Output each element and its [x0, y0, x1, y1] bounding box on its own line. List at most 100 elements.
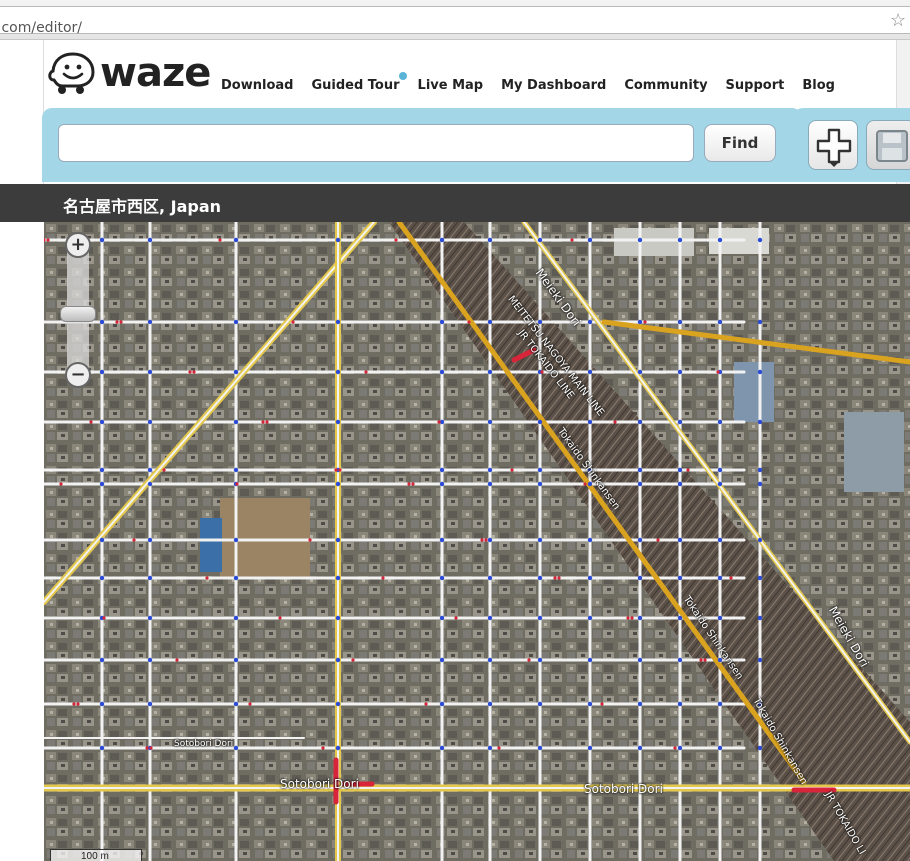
junction-node[interactable] [527, 658, 531, 662]
junction-node[interactable] [677, 537, 683, 543]
junction-node[interactable] [89, 420, 93, 424]
junction-node[interactable] [454, 616, 458, 620]
junction-node[interactable] [487, 481, 493, 487]
junction-node[interactable] [717, 481, 723, 487]
junction-node[interactable] [407, 482, 411, 486]
junction-node[interactable] [630, 616, 634, 620]
junction-node[interactable] [439, 369, 445, 375]
junction-node[interactable] [147, 701, 153, 707]
junction-node[interactable] [510, 468, 514, 472]
junction-node[interactable] [537, 537, 543, 543]
nav-download[interactable]: Download [212, 78, 302, 93]
junction-node[interactable] [411, 482, 415, 486]
junction-node[interactable] [439, 481, 445, 487]
nav-blog[interactable]: Blog [793, 78, 844, 93]
junction-node[interactable] [439, 701, 445, 707]
junction-node[interactable] [487, 369, 493, 375]
junction-node[interactable] [335, 481, 341, 487]
junction-node[interactable] [233, 615, 239, 621]
junction-node[interactable] [677, 701, 683, 707]
junction-node[interactable] [537, 615, 543, 621]
junction-node[interactable] [487, 657, 493, 663]
junction-node[interactable] [439, 467, 445, 473]
junction-node[interactable] [757, 615, 763, 621]
junction-node[interactable] [497, 746, 501, 750]
map-svg[interactable] [44, 222, 910, 861]
junction-node[interactable] [537, 657, 543, 663]
junction-node[interactable] [677, 481, 683, 487]
junction-node[interactable] [218, 238, 222, 242]
junction-node[interactable] [583, 482, 587, 486]
junction-node[interactable] [439, 615, 445, 621]
junction-node[interactable] [335, 369, 341, 375]
junction-node[interactable] [637, 575, 643, 581]
junction-node[interactable] [587, 319, 593, 325]
save-button[interactable] [866, 120, 910, 170]
junction-node[interactable] [265, 420, 269, 424]
junction-node[interactable] [757, 319, 763, 325]
junction-node[interactable] [102, 616, 106, 620]
junction-node[interactable] [99, 319, 105, 325]
junction-node[interactable] [487, 745, 493, 751]
junction-node[interactable] [364, 370, 368, 374]
junction-node[interactable] [587, 657, 593, 663]
junction-node[interactable] [99, 481, 105, 487]
junction-node[interactable] [757, 369, 763, 375]
junction-node[interactable] [729, 576, 733, 580]
junction-node[interactable] [626, 616, 630, 620]
junction-node[interactable] [677, 615, 683, 621]
junction-node[interactable] [233, 419, 239, 425]
junction-node[interactable] [717, 701, 723, 707]
junction-node[interactable] [716, 370, 720, 374]
junction-node[interactable] [99, 467, 105, 473]
junction-node[interactable] [480, 538, 484, 542]
junction-node[interactable] [439, 575, 445, 581]
junction-node[interactable] [99, 369, 105, 375]
junction-node[interactable] [335, 237, 341, 243]
junction-node[interactable] [686, 468, 690, 472]
junction-node[interactable] [149, 746, 153, 750]
junction-node[interactable] [717, 467, 723, 473]
junction-node[interactable] [235, 482, 239, 486]
junction-node[interactable] [637, 657, 643, 663]
nav-my-dashboard[interactable]: My Dashboard [492, 78, 615, 93]
junction-node[interactable] [99, 537, 105, 543]
junction-node[interactable] [677, 657, 683, 663]
junction-node[interactable] [677, 745, 683, 751]
zoom-slider-handle[interactable] [60, 306, 96, 322]
junction-node[interactable] [335, 419, 341, 425]
junction-node[interactable] [233, 319, 239, 325]
junction-node[interactable] [537, 467, 543, 473]
junction-node[interactable] [321, 746, 325, 750]
junction-node[interactable] [439, 319, 445, 325]
junction-node[interactable] [717, 419, 723, 425]
junction-node[interactable] [147, 481, 153, 487]
junction-node[interactable] [437, 420, 441, 424]
junction-node[interactable] [335, 319, 341, 325]
junction-node[interactable] [188, 370, 192, 374]
junction-node[interactable] [656, 538, 660, 542]
junction-node[interactable] [587, 369, 593, 375]
junction-node[interactable] [643, 320, 647, 324]
junction-node[interactable] [248, 702, 252, 706]
junction-node[interactable] [637, 237, 643, 243]
nav-guided-tour[interactable]: Guided Tour [302, 72, 408, 93]
junction-node[interactable] [59, 482, 63, 486]
nav-live-map[interactable]: Live Map [409, 78, 493, 93]
junction-node[interactable] [487, 615, 493, 621]
junction-node[interactable] [338, 468, 342, 472]
junction-node[interactable] [637, 701, 643, 707]
junction-node[interactable] [467, 320, 471, 324]
junction-node[interactable] [261, 420, 265, 424]
junction-node[interactable] [233, 369, 239, 375]
junction-node[interactable] [147, 369, 153, 375]
junction-node[interactable] [233, 467, 239, 473]
junction-node[interactable] [717, 237, 723, 243]
map-canvas[interactable]: Meieki Dori MEITETSU NAGOYA MAIN LINE JR… [44, 222, 910, 861]
junction-node[interactable] [99, 419, 105, 425]
junction-node[interactable] [587, 615, 593, 621]
zoom-out-button[interactable]: − [65, 362, 91, 388]
junction-node[interactable] [335, 657, 341, 663]
junction-node[interactable] [308, 538, 312, 542]
junction-node[interactable] [147, 575, 153, 581]
